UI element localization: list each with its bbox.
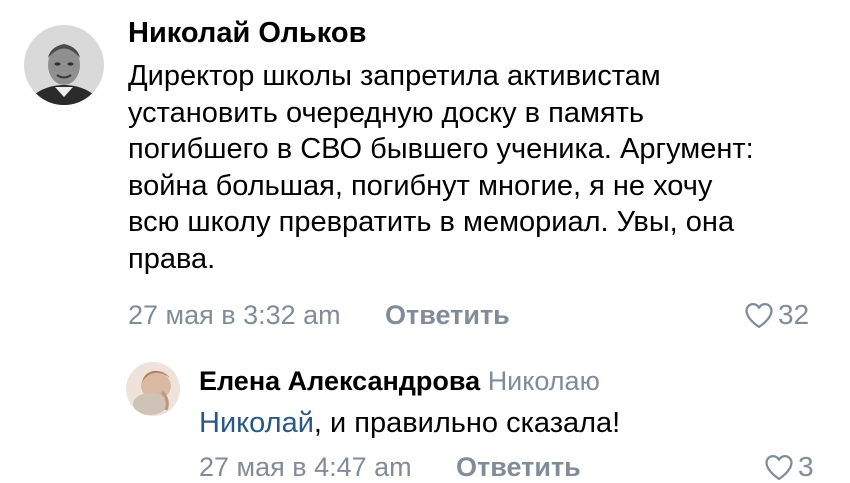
avatar-photo-icon [126, 362, 180, 416]
like-button[interactable]: 32 [744, 299, 809, 331]
author-name[interactable]: Николай Ольков [128, 17, 366, 50]
author-line: Елена Александрова Николаю [199, 366, 600, 397]
author-name[interactable]: Елена Александрова [199, 366, 480, 396]
heart-icon [745, 303, 773, 328]
reply-to-label[interactable]: Николаю [488, 366, 600, 396]
reply-button[interactable]: Ответить [385, 300, 510, 331]
heart-icon [765, 455, 793, 480]
comment-text: Николай, и правильно сказала! [199, 405, 829, 441]
timestamp[interactable]: 27 мая в 3:32 am [128, 300, 341, 331]
avatar[interactable] [24, 25, 104, 105]
avatar-photo-icon [24, 25, 104, 105]
like-button[interactable]: 3 [764, 451, 814, 483]
timestamp[interactable]: 27 мая в 4:47 am [199, 452, 412, 483]
avatar[interactable] [126, 362, 180, 416]
like-count: 32 [778, 299, 810, 330]
mention-link[interactable]: Николай [199, 407, 314, 439]
like-count: 3 [798, 451, 814, 482]
reply-button[interactable]: Ответить [456, 452, 581, 483]
comment-text: Директор школы запретила активистам уста… [128, 60, 754, 275]
comment-text-body: , и правильно сказала! [313, 407, 621, 439]
